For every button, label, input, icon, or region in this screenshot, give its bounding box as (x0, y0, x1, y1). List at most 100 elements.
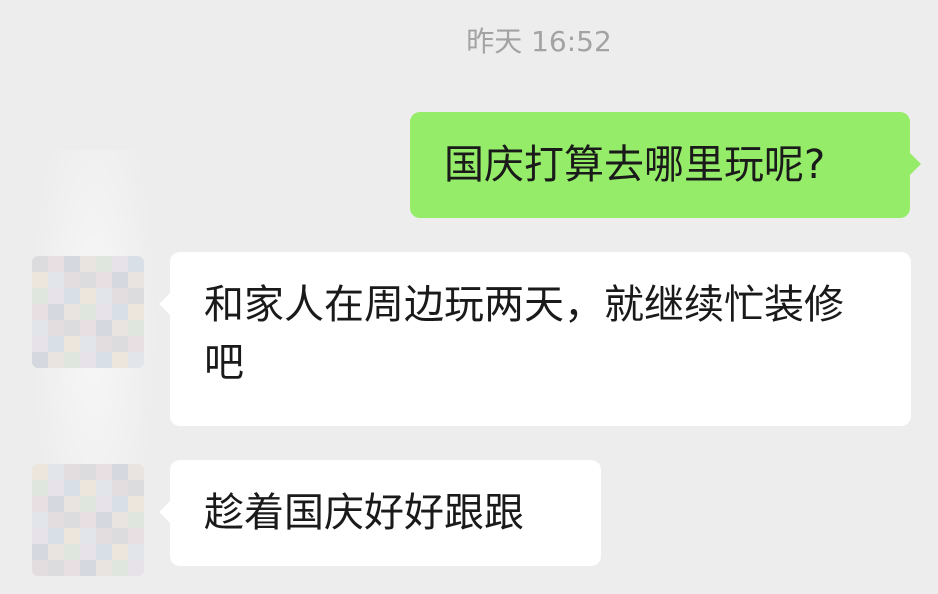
avatar-mosaic-tile (32, 512, 48, 528)
avatar-mosaic-tile (80, 304, 96, 320)
message-timestamp: 昨天 16:52 (466, 25, 612, 58)
avatar-mosaic-tile (128, 480, 144, 496)
avatar-mosaic-tile (80, 272, 96, 288)
message-text: 国庆打算去哪里玩呢? (444, 142, 826, 188)
avatar-mosaic-tile (32, 320, 48, 336)
avatar-mosaic-tile (32, 288, 48, 304)
avatar-mosaic-tile (32, 560, 48, 576)
avatar-mosaic-tile (48, 528, 64, 544)
avatar-mosaic-tile (112, 544, 128, 560)
avatar-mosaic-tile (112, 272, 128, 288)
avatar-mosaic-tile (96, 288, 112, 304)
message-text: 趁着国庆好好跟跟 (204, 490, 524, 536)
avatar-mosaic-tile (96, 336, 112, 352)
avatar-mosaic-tile (96, 480, 112, 496)
avatar-mosaic-tile (64, 544, 80, 560)
avatar-mosaic-tile (96, 464, 112, 480)
avatar-mosaic-tile (64, 480, 80, 496)
avatar-mosaic-tile (112, 320, 128, 336)
avatar-mosaic-tile (64, 528, 80, 544)
outgoing-message-bubble[interactable]: 国庆打算去哪里玩呢? (410, 112, 921, 218)
avatar-mosaic-tile (128, 320, 144, 336)
avatar-mosaic-tile (64, 512, 80, 528)
avatar-mosaic-tile (96, 512, 112, 528)
avatar-mosaic-tile (80, 464, 96, 480)
avatar-mosaic-tile (80, 496, 96, 512)
avatar-mosaic-tile (48, 336, 64, 352)
avatar-mosaic-tile (64, 304, 80, 320)
avatar-mosaic-tile (128, 560, 144, 576)
avatar-mosaic-tile (32, 256, 48, 272)
avatar-mosaic-tile (96, 560, 112, 576)
avatar-mosaic-tile (32, 272, 48, 288)
avatar-mosaic-tile (128, 336, 144, 352)
incoming-message-bubble[interactable]: 趁着国庆好好跟跟 (159, 460, 601, 566)
avatar-mosaic-tile (80, 256, 96, 272)
avatar-mosaic-tile (128, 288, 144, 304)
avatar-mosaic-tile (112, 288, 128, 304)
avatar-mosaic-tile (80, 320, 96, 336)
avatar-mosaic-tile (96, 544, 112, 560)
avatar-mosaic-tile (112, 512, 128, 528)
avatar-mosaic-tile (128, 256, 144, 272)
avatar-mosaic-tile (48, 272, 64, 288)
avatar-mosaic-tile (128, 464, 144, 480)
avatar-mosaic-tile (48, 512, 64, 528)
avatar-mosaic-tile (128, 496, 144, 512)
avatar-mosaic-tile (80, 336, 96, 352)
avatar-mosaic-tile (96, 256, 112, 272)
avatar-mosaic-tile (64, 288, 80, 304)
avatar-mosaic-tile (32, 480, 48, 496)
avatar-mosaic-tile (64, 464, 80, 480)
avatar-mosaic-tile (64, 352, 80, 368)
avatar-mosaic-tile (48, 560, 64, 576)
avatar-mosaic-tile (96, 320, 112, 336)
avatar-mosaic-tile (32, 496, 48, 512)
avatar-mosaic-tile (112, 528, 128, 544)
avatar-mosaic-tile (48, 256, 64, 272)
avatar-mosaic-tile (112, 336, 128, 352)
avatar-mosaic-tile (32, 336, 48, 352)
avatar-mosaic-tile (80, 352, 96, 368)
avatar-mosaic-tile (48, 304, 64, 320)
avatar-mosaic-tile (112, 496, 128, 512)
avatar-mosaic-tile (48, 464, 64, 480)
avatar-mosaic-tile (96, 352, 112, 368)
avatar-mosaic-tile (80, 512, 96, 528)
avatar-mosaic-tile (96, 528, 112, 544)
avatar-mosaic-tile (48, 320, 64, 336)
avatar-mosaic-tile (128, 272, 144, 288)
avatar-mosaic-tile (48, 544, 64, 560)
incoming-message-bubble[interactable]: 和家人在周边玩两天，就继续忙装修吧 (159, 252, 911, 426)
avatar-mosaic-tile (112, 560, 128, 576)
avatar-mosaic-tile (32, 352, 48, 368)
avatar-mosaic-tile (128, 528, 144, 544)
avatar-mosaic-tile (64, 256, 80, 272)
avatar-mosaic-tile (96, 304, 112, 320)
avatar-mosaic-tile (112, 304, 128, 320)
avatar-mosaic-tile (112, 464, 128, 480)
contact-avatar[interactable] (32, 464, 144, 576)
avatar-mosaic-tile (80, 288, 96, 304)
avatar-mosaic-tile (112, 256, 128, 272)
avatar-mosaic-tile (32, 528, 48, 544)
avatar-mosaic-tile (32, 544, 48, 560)
avatar-mosaic-tile (32, 304, 48, 320)
avatar-mosaic-tile (112, 480, 128, 496)
avatar-mosaic-tile (64, 272, 80, 288)
avatar-mosaic-tile (96, 272, 112, 288)
avatar-mosaic-tile (80, 528, 96, 544)
avatar-mosaic-tile (64, 336, 80, 352)
avatar-mosaic-tile (128, 512, 144, 528)
avatar-mosaic-tile (128, 352, 144, 368)
avatar-mosaic-tile (96, 496, 112, 512)
avatar-mosaic-tile (128, 304, 144, 320)
contact-avatar[interactable] (32, 256, 144, 368)
avatar-mosaic-tile (32, 464, 48, 480)
avatar-mosaic-tile (128, 544, 144, 560)
avatar-mosaic-tile (48, 288, 64, 304)
avatar-mosaic-tile (80, 544, 96, 560)
avatar-mosaic-tile (48, 352, 64, 368)
avatar-mosaic-tile (80, 560, 96, 576)
avatar-mosaic-tile (112, 352, 128, 368)
